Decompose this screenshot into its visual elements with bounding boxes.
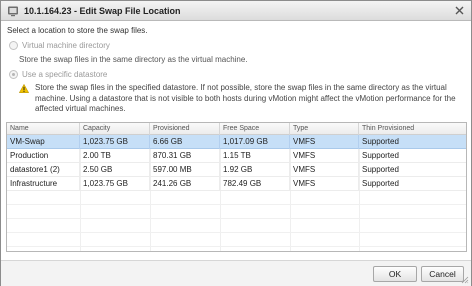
vm-directory-label: Virtual machine directory [22,41,110,50]
cell-provisioned: 870.31 GB [150,149,220,163]
specific-datastore-option[interactable]: Use a specific datastore [9,70,107,79]
table-row-datastore1[interactable]: datastore1 (2) 2.50 GB 597.00 MB 1.92 GB… [7,163,466,177]
dialog-title: 10.1.164.23 - Edit Swap File Location [24,5,181,16]
cell-type: VMFS [290,163,359,177]
cell-provisioned: 241.26 GB [150,177,220,191]
vm-host-icon [8,6,18,16]
empty-row [7,191,466,205]
cell-free-space: 1.92 GB [220,163,290,177]
warning-icon [19,84,29,93]
column-header-type[interactable]: Type [290,123,359,135]
cell-capacity: 1,023.75 GB [80,135,150,149]
warning-text: Store the swap files in the specified da… [35,83,456,113]
cell-name: Production [7,149,80,163]
close-icon[interactable] [454,5,465,16]
cell-thin-provisioned: Supported [362,137,399,146]
empty-row [7,205,466,219]
cell-name: Infrastructure [7,177,80,191]
column-header-capacity[interactable]: Capacity [80,123,150,135]
cell-thin-provisioned: Supported [362,179,399,188]
specific-datastore-radio[interactable] [9,70,18,79]
instruction-text: Select a location to store the swap file… [7,26,148,35]
column-header-thin-provisioned[interactable]: Thin Provisioned [359,123,466,135]
title-bar[interactable]: 10.1.164.23 - Edit Swap File Location [1,1,471,21]
cell-provisioned: 597.00 MB [150,163,220,177]
column-header-provisioned[interactable]: Provisioned [150,123,220,135]
cell-free-space: 1,017.09 GB [220,135,290,149]
cell-free-space: 782.49 GB [220,177,290,191]
cell-name: datastore1 (2) [7,163,80,177]
column-header-free-space[interactable]: Free Space [220,123,290,135]
table-row-infrastructure[interactable]: Infrastructure 1,023.75 GB 241.26 GB 782… [7,177,466,191]
column-header-name[interactable]: Name [7,123,80,135]
cell-thin-provisioned: Supported [362,151,399,160]
vm-directory-description: Store the swap files in the same directo… [19,55,248,64]
table-row-vm-swap[interactable]: VM-Swap 1,023.75 GB 6.66 GB 1,017.09 GB … [7,135,466,149]
empty-row [7,219,466,233]
cell-type: VMFS [290,177,359,191]
vm-directory-option[interactable]: Virtual machine directory [9,41,110,50]
vm-directory-radio[interactable] [9,41,18,50]
cell-provisioned: 6.66 GB [150,135,220,149]
table-header: Name Capacity Provisioned Free Space Typ… [7,123,466,135]
ok-button[interactable]: OK [373,266,417,282]
dialog-footer: OK Cancel [1,260,471,286]
cell-capacity: 1,023.75 GB [80,177,150,191]
cell-capacity: 2.00 TB [80,149,150,163]
resize-grip-icon[interactable] [461,276,469,284]
cell-capacity: 2.50 GB [80,163,150,177]
cell-name: VM-Swap [7,135,80,149]
specific-datastore-label: Use a specific datastore [22,70,108,79]
empty-row [7,233,466,247]
cell-free-space: 1.15 TB [220,149,290,163]
cancel-button[interactable]: Cancel [421,266,464,282]
table-row-production[interactable]: Production 2.00 TB 870.31 GB 1.15 TB VMF… [7,149,466,163]
cell-type: VMFS [290,149,359,163]
edit-swap-file-dialog: 10.1.164.23 - Edit Swap File Location Se… [0,0,472,286]
cell-type: VMFS [290,135,359,149]
cell-thin-provisioned: Supported [362,165,399,174]
datastore-table: Name Capacity Provisioned Free Space Typ… [6,122,467,252]
